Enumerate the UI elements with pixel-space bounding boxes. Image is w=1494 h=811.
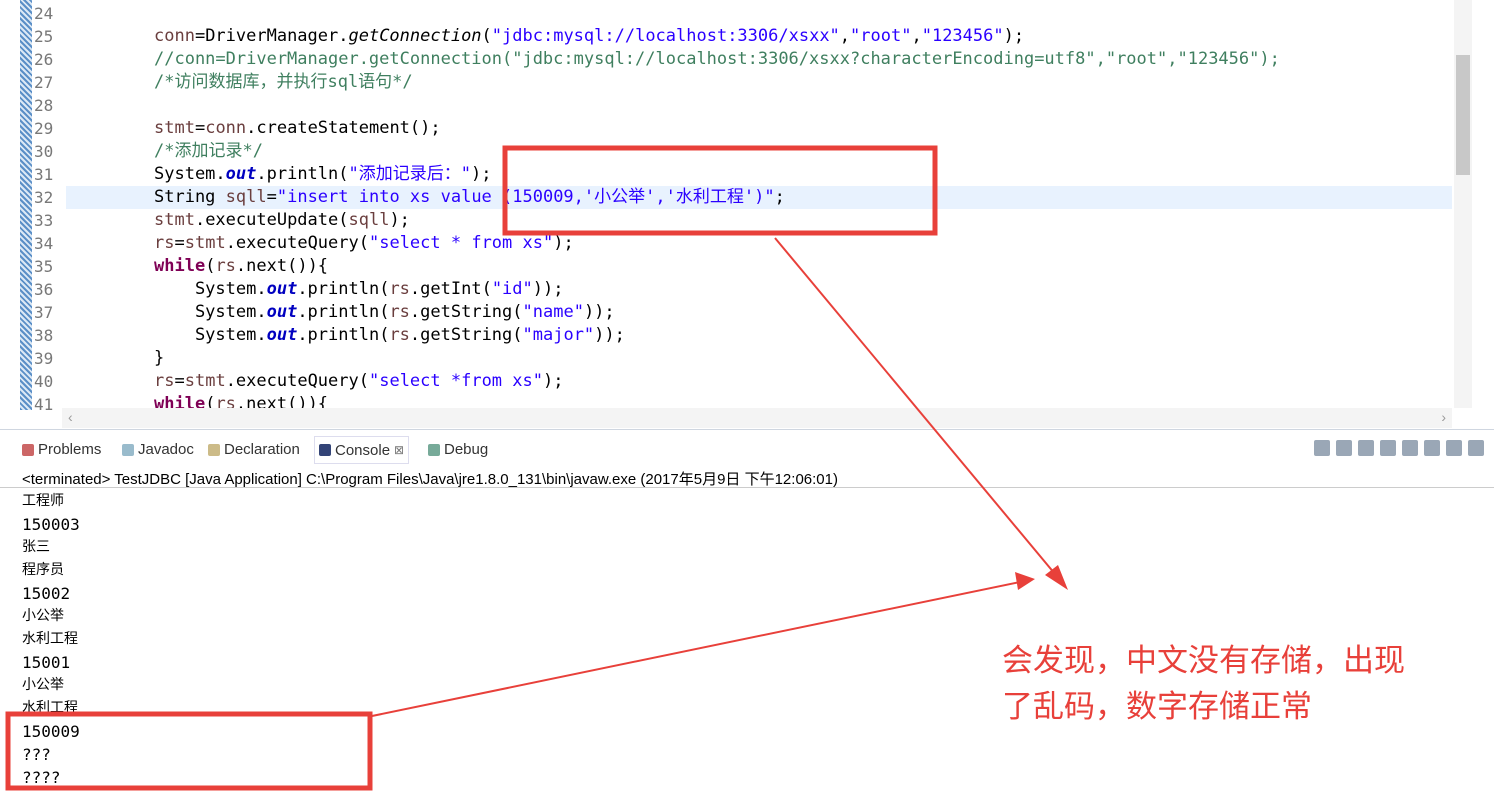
arrow-to-note <box>774 237 1061 581</box>
note-line-1: 会发现，中文没有存储，出现 <box>1002 643 1405 679</box>
annotation-note: 会发现，中文没有存储，出现 了乱码，数字存储正常 <box>1002 638 1405 730</box>
highlight-box-code <box>502 145 938 236</box>
arrow-to-output <box>371 581 1021 717</box>
arrowhead-icon <box>1015 572 1035 590</box>
arrowhead-icon <box>1045 565 1068 590</box>
note-line-2: 了乱码，数字存储正常 <box>1002 689 1312 725</box>
highlight-box-output <box>5 711 373 791</box>
